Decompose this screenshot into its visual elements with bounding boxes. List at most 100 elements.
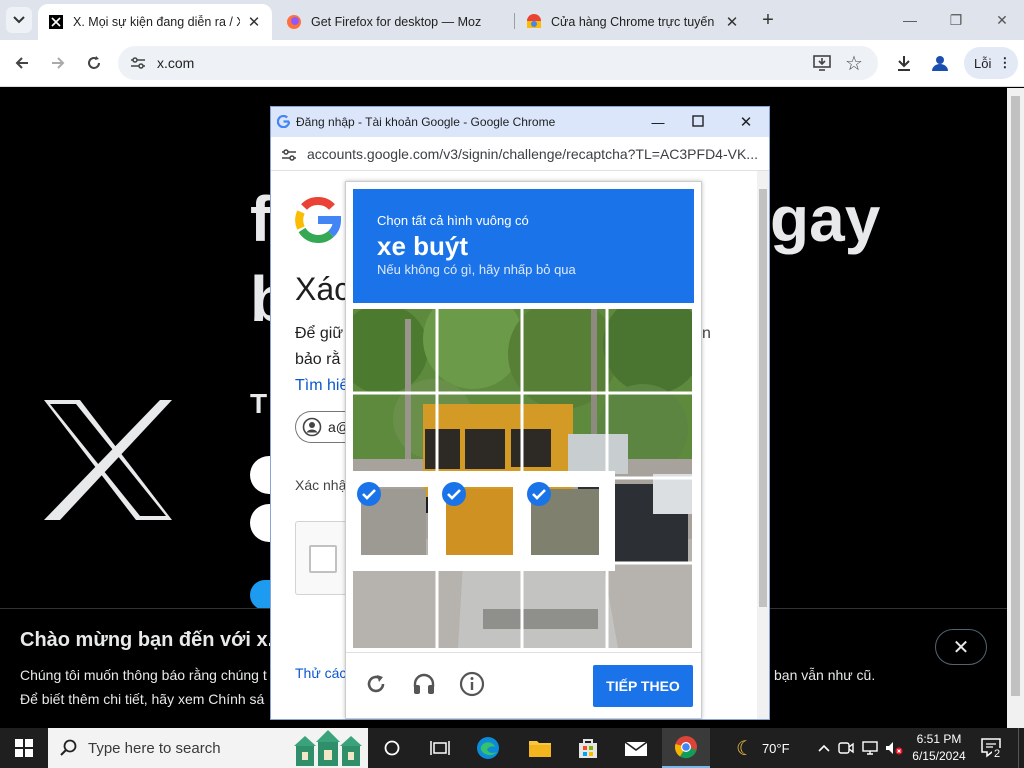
tab-separator bbox=[514, 13, 515, 29]
try-other-way-link[interactable]: Thử các bbox=[295, 665, 346, 681]
task-view-button[interactable] bbox=[416, 728, 464, 768]
tab-x[interactable]: X. Mọi sự kiện đang diễn ra / X ✕ bbox=[38, 4, 272, 40]
edge-taskbar-button[interactable] bbox=[464, 728, 512, 768]
reload-icon[interactable] bbox=[361, 669, 391, 699]
learn-more-link[interactable]: Tìm hiể bbox=[295, 377, 348, 395]
recaptcha-image-grid bbox=[353, 309, 692, 648]
headline-fragment: gay bbox=[770, 183, 881, 255]
mail-button[interactable] bbox=[612, 728, 660, 768]
cookie-text: bạn vẫn như cũ. bbox=[774, 667, 876, 683]
page-scrollbar[interactable] bbox=[1007, 88, 1024, 728]
popup-minimize-button[interactable]: — bbox=[647, 113, 669, 131]
subheading-fragment: T bbox=[250, 388, 268, 419]
restore-button[interactable]: ❐ bbox=[936, 6, 976, 34]
bookmark-button[interactable]: ☆ bbox=[840, 49, 868, 77]
signup-button-edge[interactable] bbox=[250, 456, 270, 494]
firefox-icon bbox=[286, 14, 302, 30]
store-button[interactable] bbox=[564, 728, 612, 768]
tab-firefox[interactable]: Get Firefox for desktop — Moz bbox=[276, 4, 512, 40]
site-info-icon[interactable] bbox=[281, 148, 297, 167]
search-highlight-image bbox=[294, 730, 362, 766]
confirm-label: Xác nhậ bbox=[295, 477, 347, 493]
windows-taskbar: Type here to search ☾ 70°F 6:51 PM 6/15/… bbox=[0, 728, 1024, 768]
show-desktop-button[interactable] bbox=[1018, 728, 1024, 768]
error-label: Lỗi bbox=[974, 55, 992, 71]
file-explorer-button[interactable] bbox=[516, 728, 564, 768]
recaptcha-checkbox[interactable] bbox=[309, 545, 337, 573]
popup-address-bar[interactable]: accounts.google.com/v3/signin/challenge/… bbox=[271, 137, 769, 171]
google-logo-icon bbox=[295, 197, 341, 243]
clock-time: 6:51 PM bbox=[916, 732, 962, 746]
forward-button[interactable] bbox=[44, 49, 72, 77]
tab-strip: X. Mọi sự kiện đang diễn ra / X ✕ Get Fi… bbox=[0, 0, 1024, 40]
notification-count: 2 bbox=[992, 748, 1003, 760]
popup-close-button[interactable]: ✕ bbox=[735, 112, 757, 132]
weather-widget[interactable]: ☾ 70°F bbox=[736, 728, 806, 768]
tile-selected-check-icon[interactable] bbox=[441, 481, 467, 507]
x-logo-icon bbox=[48, 14, 64, 30]
close-cookie-button[interactable]: ✕ bbox=[935, 629, 987, 665]
notification-center-button[interactable]: 2 bbox=[980, 736, 1006, 762]
x-logo-large-icon bbox=[44, 400, 172, 520]
create-account-edge[interactable] bbox=[250, 580, 270, 610]
task-view-cortana-button[interactable] bbox=[368, 728, 416, 768]
moon-icon: ☾ bbox=[736, 737, 754, 760]
avatar-icon bbox=[932, 56, 948, 71]
kebab-menu-icon: ⋮ bbox=[998, 55, 1012, 70]
profile-button[interactable] bbox=[926, 49, 954, 77]
task-view-icon bbox=[430, 741, 450, 755]
mail-icon bbox=[624, 741, 648, 756]
signin-paragraph: n bbox=[702, 325, 711, 342]
windows-logo-icon bbox=[15, 739, 33, 757]
chrome-taskbar-button[interactable] bbox=[662, 728, 710, 768]
back-button[interactable] bbox=[8, 49, 36, 77]
start-button[interactable] bbox=[0, 728, 48, 768]
network-icon[interactable] bbox=[860, 738, 880, 758]
signin-heading: Xác bbox=[295, 271, 351, 307]
close-tab-icon[interactable]: ✕ bbox=[724, 14, 740, 31]
popup-scrollbar[interactable] bbox=[757, 171, 769, 719]
downloads-button[interactable] bbox=[890, 49, 918, 77]
info-icon[interactable] bbox=[457, 669, 487, 699]
install-app-button[interactable] bbox=[808, 49, 836, 77]
edge-icon bbox=[477, 737, 499, 759]
tab-title: Cửa hàng Chrome trực tuyến bbox=[551, 15, 715, 29]
cookie-title: Chào mừng bạn đến với x.c bbox=[20, 629, 285, 651]
tab-chrome-store[interactable]: Cửa hàng Chrome trực tuyến ✕ bbox=[516, 4, 750, 40]
reload-button[interactable] bbox=[80, 49, 108, 77]
new-tab-button[interactable]: + bbox=[756, 8, 780, 32]
reload-icon bbox=[88, 56, 100, 69]
signin-paragraph: bảo rằ bbox=[295, 351, 341, 368]
tile-selected-check-icon[interactable] bbox=[526, 481, 552, 507]
minimize-button[interactable]: — bbox=[890, 6, 930, 34]
site-info-icon[interactable] bbox=[128, 53, 148, 73]
recaptcha-next-button[interactable]: TIẾP THEO bbox=[593, 665, 693, 707]
recaptcha-target: xe buýt bbox=[377, 231, 469, 261]
arrow-left-icon bbox=[15, 57, 28, 69]
signup-button-edge[interactable] bbox=[250, 504, 270, 542]
signin-paragraph: Để giữ bbox=[295, 325, 344, 342]
address-bar[interactable]: x.com bbox=[118, 46, 878, 80]
search-placeholder: Type here to search bbox=[88, 740, 221, 757]
audio-icon[interactable] bbox=[409, 669, 439, 699]
chevron-up-icon bbox=[818, 744, 830, 752]
close-tab-icon[interactable]: ✕ bbox=[246, 14, 262, 31]
close-window-button[interactable]: ✕ bbox=[982, 6, 1022, 34]
taskbar-search-box[interactable]: Type here to search bbox=[48, 728, 368, 768]
chrome-icon bbox=[674, 736, 697, 759]
tab-search-button[interactable] bbox=[6, 7, 32, 33]
system-clock[interactable]: 6:51 PM 6/15/2024 bbox=[900, 731, 978, 765]
meet-now-icon[interactable] bbox=[836, 738, 856, 758]
address-url: x.com bbox=[157, 55, 195, 71]
tab-title: Get Firefox for desktop — Moz bbox=[311, 15, 482, 29]
tile-selected-check-icon[interactable] bbox=[356, 481, 382, 507]
show-hidden-icons-button[interactable] bbox=[814, 738, 834, 758]
recaptcha-header: Chọn tất cả hình vuông có xe buýt Nếu kh… bbox=[353, 189, 694, 303]
weather-temperature: 70°F bbox=[761, 740, 790, 756]
folder-icon bbox=[529, 741, 551, 757]
arrow-right-icon bbox=[52, 57, 65, 69]
popup-maximize-button[interactable] bbox=[692, 114, 710, 132]
error-menu-button[interactable]: Lỗi ⋮ bbox=[964, 47, 1018, 79]
browser-toolbar: x.com ☆ Lỗi ⋮ bbox=[0, 40, 1024, 87]
cookie-text: Để biết thêm chi tiết, hãy xem Chính sá bbox=[20, 691, 265, 707]
